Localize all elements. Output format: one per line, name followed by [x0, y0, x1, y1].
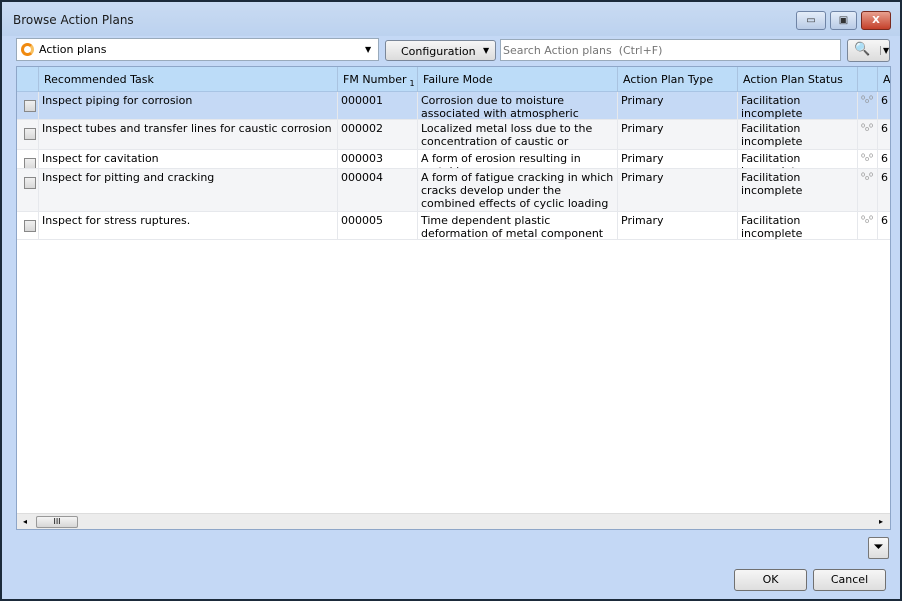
row-select-cell [17, 92, 39, 119]
cell-type: Primary [618, 212, 738, 239]
cell-failure: Corrosion due to moisture associated wit… [418, 92, 618, 119]
cell-extra: 6 [878, 150, 890, 168]
header-fm-number[interactable]: FM Number 1 [338, 67, 418, 92]
horizontal-scrollbar[interactable]: ◂ III ▸ [17, 513, 890, 529]
row-checkbox[interactable] [24, 177, 36, 189]
maximize-button[interactable]: ▣ [830, 11, 857, 30]
chevron-down-icon: ▼ [365, 45, 372, 54]
scroll-left-icon[interactable]: ◂ [23, 517, 27, 526]
header-select [17, 67, 39, 92]
cell-fm: 000001 [338, 92, 418, 119]
cell-fm: 000005 [338, 212, 418, 239]
cell-extra: 6 [878, 120, 890, 149]
selector-value: Action plans [39, 43, 107, 56]
action-plan-icon [21, 43, 34, 56]
row-checkbox[interactable] [24, 128, 36, 140]
table-row[interactable]: Inspect for pitting and cracking 000004 A … [17, 169, 890, 212]
cell-extra: 6 [878, 92, 890, 119]
cell-status: Facilitation incomplete [738, 212, 858, 239]
cell-fm: 000004 [338, 169, 418, 211]
header-action-plan-type[interactable]: Action Plan Type [618, 67, 738, 92]
search-button[interactable]: 🔍 ▼ [847, 39, 890, 62]
table-row[interactable]: Inspect for cavitation 000003 A form of er… [17, 150, 890, 169]
sort-indicator: 1 [409, 79, 415, 89]
table-row[interactable]: Inspect for stress ruptures. 000005 Time d… [17, 212, 890, 240]
row-checkbox[interactable] [24, 100, 36, 112]
cell-status: Facilitation incomplete [738, 150, 858, 168]
table-row[interactable]: Inspect tubes and transfer lines for cau… [17, 120, 890, 150]
header-failure-mode[interactable]: Failure Mode [418, 67, 618, 92]
header-a-column[interactable]: A [878, 67, 890, 92]
minimize-button[interactable]: ▭ [796, 11, 826, 30]
cell-extra: 6 [878, 212, 890, 239]
plan-type-selector[interactable]: Action plans ▼ [16, 38, 379, 61]
filter-edit-button[interactable]: ⏷ [868, 537, 889, 559]
ok-button[interactable]: OK [734, 569, 807, 591]
drops-icon[interactable]: ⁰₀⁰ [858, 169, 878, 211]
cell-status: Facilitation incomplete [738, 120, 858, 149]
cell-type: Primary [618, 169, 738, 211]
cell-status: Facilitation incomplete [738, 92, 858, 119]
cell-task: Inspect piping for corrosion [39, 92, 338, 119]
browse-action-plans-dialog: Browse Action Plans ▭ ▣ X Action plans ▼… [0, 0, 902, 601]
drops-icon[interactable]: ⁰₀⁰ [858, 92, 878, 119]
cell-task: Inspect tubes and transfer lines for cau… [39, 120, 338, 149]
header-recommended-task[interactable]: Recommended Task [39, 67, 338, 92]
cancel-button[interactable]: Cancel [813, 569, 886, 591]
header-fm-number-label: FM Number [343, 73, 407, 86]
header-icon-column[interactable] [858, 67, 878, 92]
cell-failure: A form of erosion resulting in metal los… [418, 150, 618, 168]
window-title: Browse Action Plans [13, 13, 134, 27]
row-select-cell [17, 150, 39, 168]
cell-status: Facilitation incomplete [738, 169, 858, 211]
search-input[interactable] [500, 39, 841, 61]
title-bar: Browse Action Plans ▭ ▣ X [2, 2, 900, 36]
cell-type: Primary [618, 92, 738, 119]
action-plans-grid: Recommended Task FM Number 1 Failure Mode… [16, 66, 891, 530]
cell-failure: Time dependent plastic deformation of me… [418, 212, 618, 239]
cell-failure: Localized metal loss due to the concentr… [418, 120, 618, 149]
header-action-plan-status[interactable]: Action Plan Status [738, 67, 858, 92]
cell-fm: 000003 [338, 150, 418, 168]
row-select-cell [17, 212, 39, 239]
cell-task: Inspect for cavitation [39, 150, 338, 168]
configuration-button[interactable]: Configuration ▼ [385, 40, 496, 61]
scrollbar-thumb[interactable]: III [36, 516, 78, 528]
drops-icon[interactable]: ⁰₀⁰ [858, 150, 878, 168]
configuration-label: Configuration [401, 45, 476, 58]
row-select-cell [17, 120, 39, 149]
table-row[interactable]: Inspect piping for corrosion 000001 Corros… [17, 92, 890, 120]
cell-type: Primary [618, 120, 738, 149]
drops-icon[interactable]: ⁰₀⁰ [858, 120, 878, 149]
drops-icon[interactable]: ⁰₀⁰ [858, 212, 878, 239]
cell-failure: A form of fatigue cracking in which crac… [418, 169, 618, 211]
cell-task: Inspect for stress ruptures. [39, 212, 338, 239]
chevron-down-icon[interactable]: ▼ [880, 46, 889, 55]
chevron-down-icon: ▼ [483, 46, 490, 55]
row-checkbox[interactable] [24, 220, 36, 232]
cell-task: Inspect for pitting and cracking [39, 169, 338, 211]
grid-header: Recommended Task FM Number 1 Failure Mode… [17, 67, 890, 92]
cell-fm: 000002 [338, 120, 418, 149]
scroll-right-icon[interactable]: ▸ [879, 517, 883, 526]
cell-type: Primary [618, 150, 738, 168]
close-button[interactable]: X [861, 11, 891, 30]
filter-icon: ⏷ [873, 540, 884, 555]
search-icon: 🔍 [854, 42, 871, 57]
row-select-cell [17, 169, 39, 211]
row-checkbox[interactable] [24, 158, 36, 168]
cell-extra: 6 [878, 169, 890, 211]
